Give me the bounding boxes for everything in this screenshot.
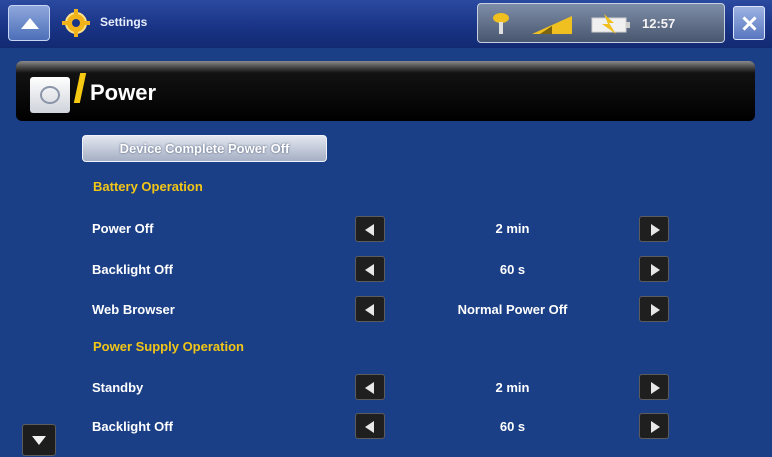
settings-content: Device Complete Power Off Battery Operat…: [0, 121, 772, 457]
setting-value-web-browser: Normal Power Off: [457, 302, 568, 317]
settings-gear-icon: [62, 9, 90, 37]
section-title-power-supply: Power Supply Operation: [93, 339, 244, 354]
setting-value-standby: 2 min: [495, 380, 530, 395]
status-indicators: 12:57: [477, 3, 725, 43]
increase-web-browser-button[interactable]: [639, 296, 669, 322]
increase-backlight-battery-button[interactable]: [639, 256, 669, 282]
battery-charging-icon: [591, 14, 630, 34]
app-title: Settings: [100, 15, 148, 29]
device-complete-power-off-button[interactable]: Device Complete Power Off: [82, 135, 327, 162]
menu-button[interactable]: [8, 5, 50, 41]
setting-label-backlight-off-battery: Backlight Off: [92, 262, 173, 277]
setting-value-backlight-off-battery: 60 s: [499, 262, 526, 277]
signal-icon: [532, 16, 572, 34]
page-header: Power: [16, 61, 755, 121]
increase-backlight-supply-button[interactable]: [639, 413, 669, 439]
scroll-down-button[interactable]: [22, 424, 56, 456]
page-title: Power: [90, 80, 157, 105]
top-status-bar: Settings 12:57: [0, 0, 772, 48]
section-title-battery: Battery Operation: [93, 179, 203, 194]
setting-value-power-off: 2 min: [495, 221, 530, 236]
decrease-web-browser-button[interactable]: [355, 296, 385, 322]
increase-standby-button[interactable]: [639, 374, 669, 400]
decrease-backlight-supply-button[interactable]: [355, 413, 385, 439]
setting-label-web-browser: Web Browser: [92, 302, 175, 317]
decrease-power-off-button[interactable]: [355, 216, 385, 242]
usb-icon: [493, 13, 509, 34]
setting-label-backlight-off-supply: Backlight Off: [92, 419, 173, 434]
setting-value-backlight-off-supply: 60 s: [499, 419, 526, 434]
setting-label-standby: Standby: [92, 380, 144, 395]
decrease-standby-button[interactable]: [355, 374, 385, 400]
close-button[interactable]: [733, 6, 765, 40]
setting-label-power-off: Power Off: [92, 221, 154, 236]
power-plug-icon: [30, 73, 87, 113]
clock-display: 12:57: [642, 16, 676, 31]
decrease-backlight-battery-button[interactable]: [355, 256, 385, 282]
increase-power-off-button[interactable]: [639, 216, 669, 242]
